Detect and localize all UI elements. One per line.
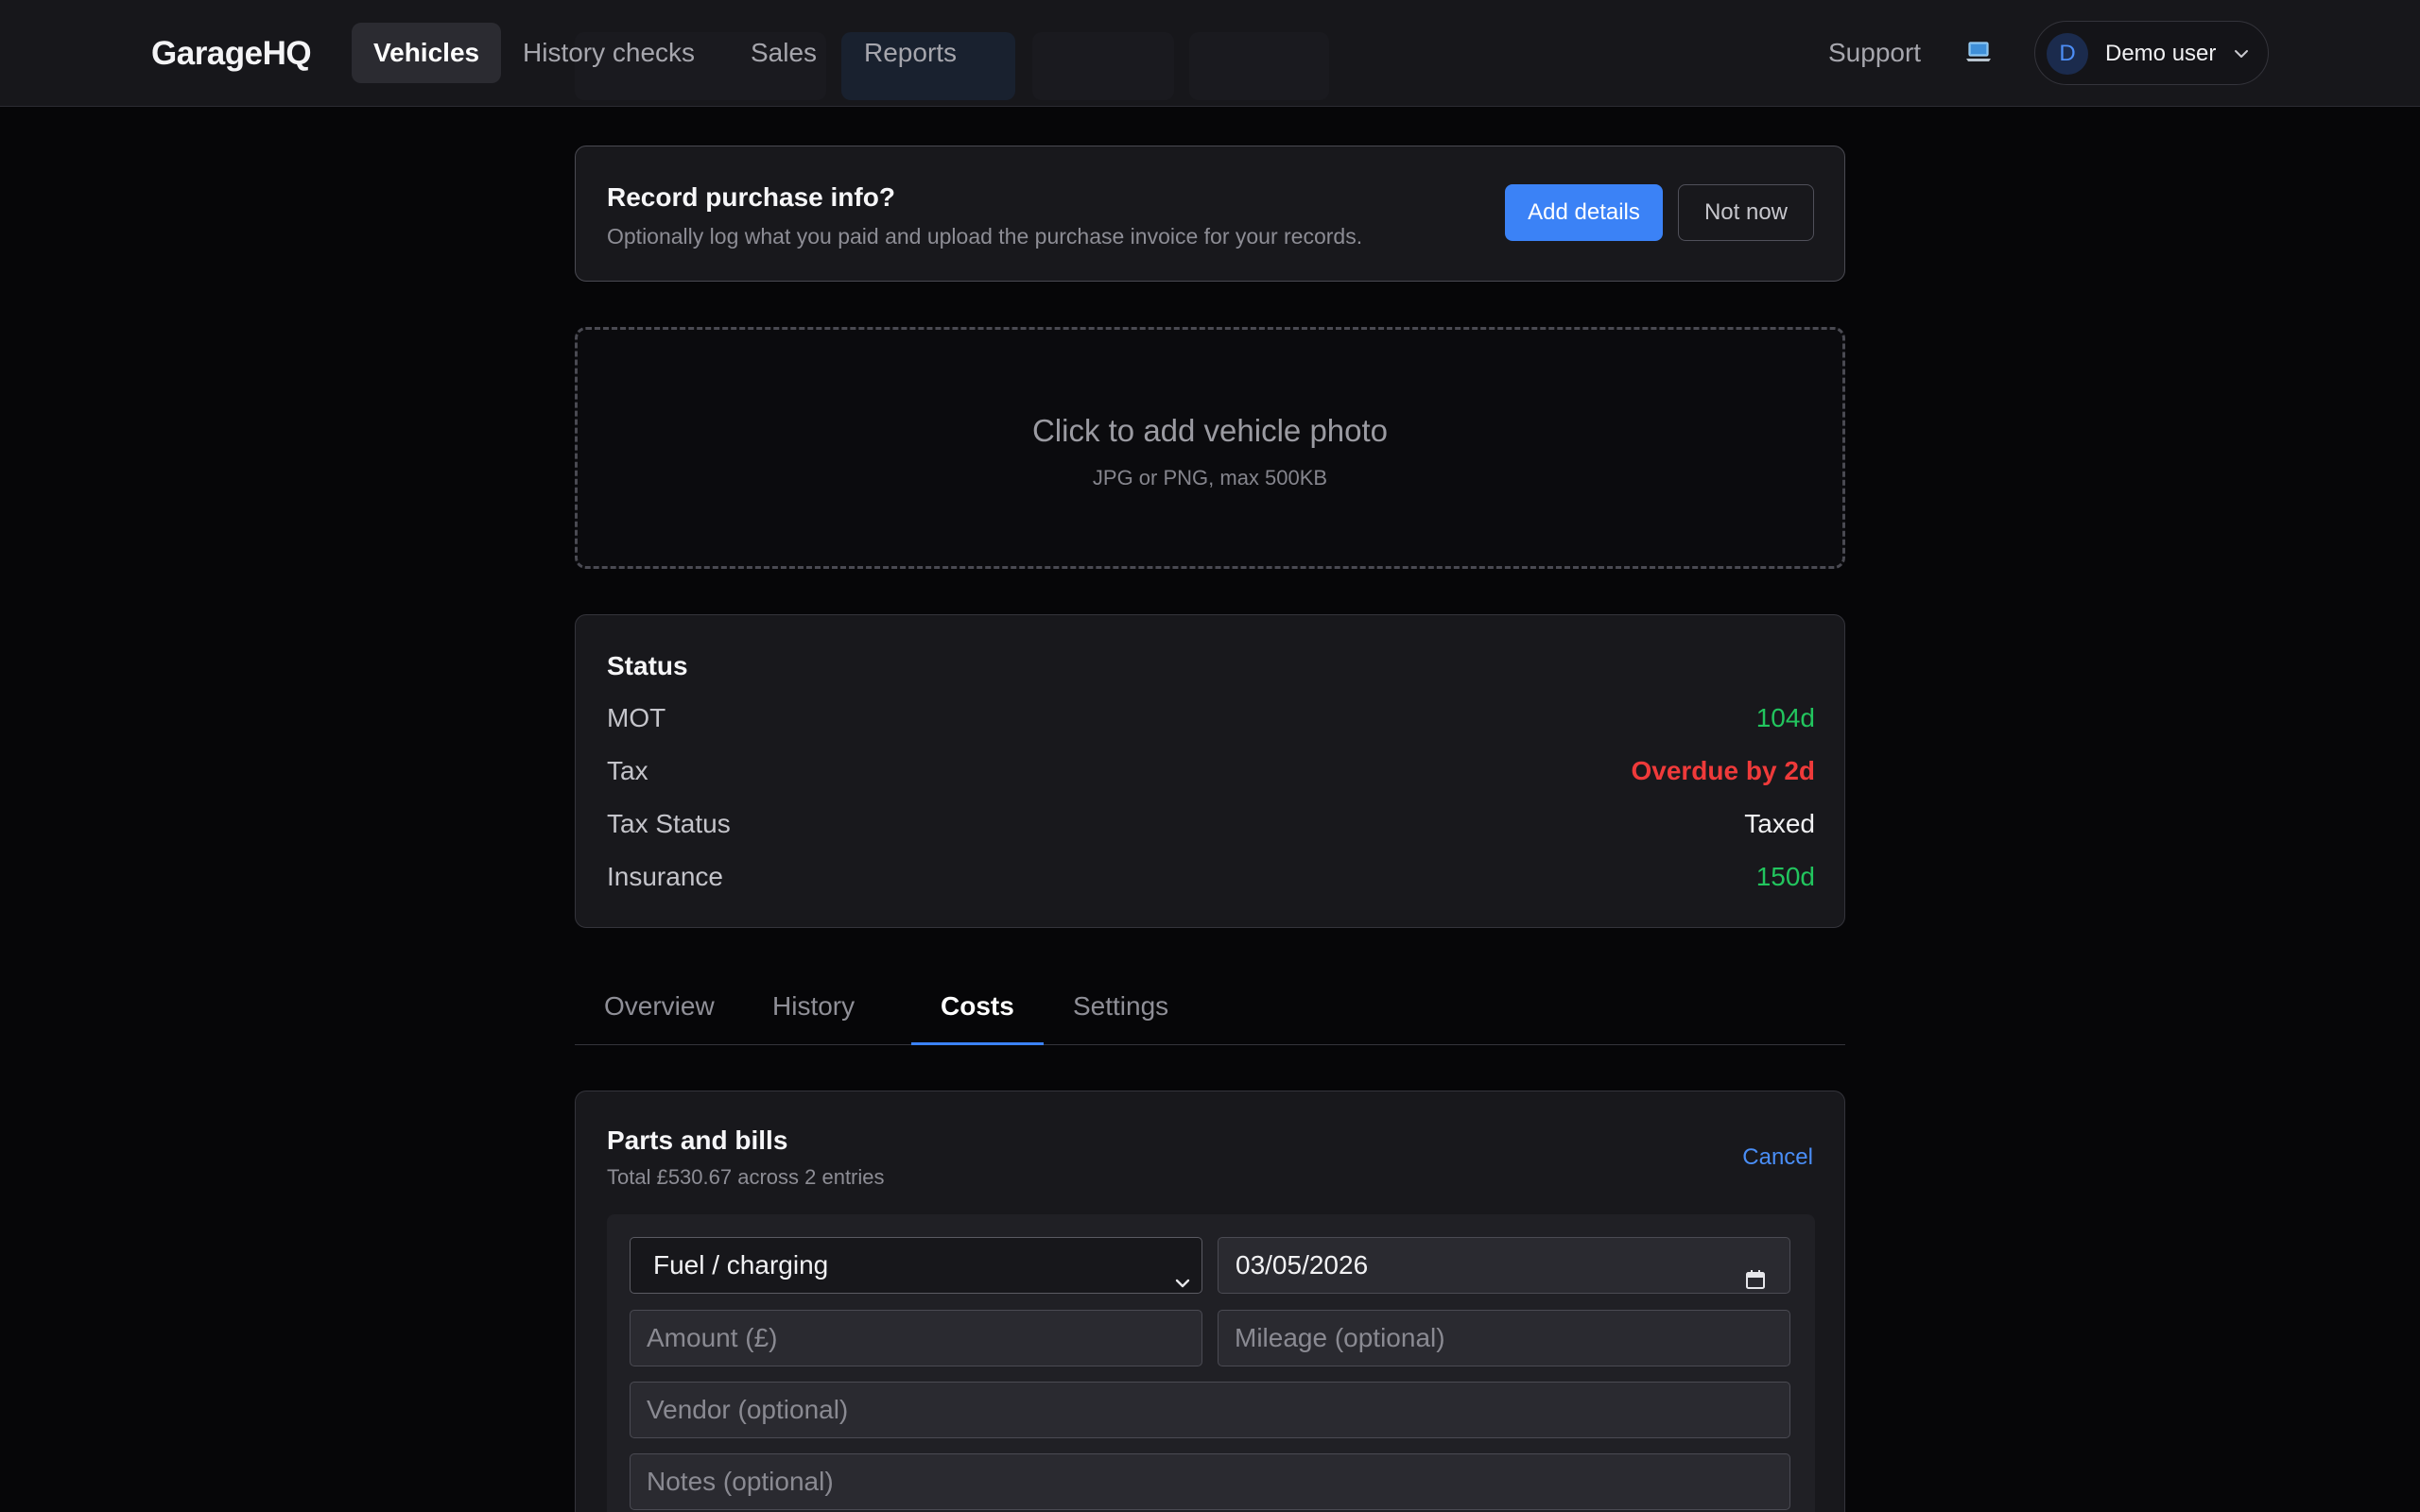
purchase-info-subtitle: Optionally log what you paid and upload …: [607, 224, 1363, 249]
photo-upload-title: Click to add vehicle photo: [1031, 413, 1389, 448]
vendor-placeholder: Vendor (optional): [647, 1395, 849, 1424]
status-label: MOT: [607, 703, 666, 732]
vehicle-tabs: Overview History Costs Settings: [575, 973, 1845, 1045]
amount-input[interactable]: Amount (£): [630, 1310, 1202, 1366]
avatar: D: [2047, 33, 2088, 75]
add-details-button[interactable]: Add details: [1505, 184, 1663, 241]
nav-link-sales[interactable]: Sales: [729, 23, 838, 83]
mileage-placeholder: Mileage (optional): [1235, 1323, 1445, 1352]
status-card: Status MOT 104d Tax Overdue by 2d Tax St…: [575, 614, 1845, 928]
brand-logo[interactable]: GarageHQ: [151, 30, 312, 77]
purchase-info-title: Record purchase info?: [607, 182, 895, 212]
tab-settings[interactable]: Settings: [1044, 973, 1198, 1045]
support-link[interactable]: Support: [1828, 23, 1921, 83]
add-cost-form: Fuel / charging 03/05/2026 Amount (£) Mi…: [607, 1214, 1815, 1512]
nav-link-vehicles[interactable]: Vehicles: [352, 23, 502, 83]
vendor-input[interactable]: Vendor (optional): [630, 1382, 1790, 1438]
user-menu-button[interactable]: D Demo user: [2034, 21, 2269, 85]
photo-upload-hint: JPG or PNG, max 500KB: [1092, 466, 1328, 490]
background-ghost: [1189, 32, 1329, 100]
status-row-tax-status: Tax Status Taxed: [607, 805, 1815, 843]
nav-link-history-checks[interactable]: History checks: [501, 23, 717, 83]
category-select[interactable]: Fuel / charging: [630, 1237, 1202, 1294]
tab-costs[interactable]: Costs: [911, 973, 1044, 1045]
status-value: 104d: [1755, 703, 1815, 732]
not-now-button[interactable]: Not now: [1678, 184, 1814, 241]
parts-and-bills-card: Parts and bills Total £530.67 across 2 e…: [575, 1091, 1845, 1512]
mileage-input[interactable]: Mileage (optional): [1218, 1310, 1790, 1366]
notes-input[interactable]: Notes (optional): [630, 1453, 1790, 1510]
status-value: Taxed: [1744, 809, 1815, 838]
status-row-insurance: Insurance 150d: [607, 858, 1815, 896]
chevron-down-icon: [2232, 44, 2251, 63]
background-ghost: [1032, 32, 1174, 100]
status-label: Tax: [607, 756, 648, 785]
user-name: Demo user: [2105, 41, 2217, 66]
calendar-icon[interactable]: [1744, 1255, 1767, 1289]
tab-overview[interactable]: Overview: [575, 973, 744, 1045]
status-value: Overdue by 2d: [1631, 756, 1815, 785]
status-row-mot: MOT 104d: [607, 699, 1815, 737]
notes-placeholder: Notes (optional): [647, 1467, 834, 1496]
date-field[interactable]: 03/05/2026: [1218, 1237, 1790, 1294]
costs-summary: Total £530.67 across 2 entries: [607, 1165, 885, 1189]
costs-title: Parts and bills: [607, 1125, 788, 1155]
category-selected-value: Fuel / charging: [653, 1250, 829, 1280]
cancel-button[interactable]: Cancel: [1742, 1144, 1813, 1171]
status-title: Status: [607, 651, 688, 680]
status-value: 150d: [1755, 862, 1815, 891]
vehicle-photo-upload[interactable]: Click to add vehicle photo JPG or PNG, m…: [575, 327, 1845, 569]
date-value: 03/05/2026: [1236, 1250, 1369, 1280]
status-row-tax: Tax Overdue by 2d: [607, 752, 1815, 790]
tab-history[interactable]: History: [743, 973, 884, 1045]
amount-placeholder: Amount (£): [647, 1323, 778, 1352]
chevron-down-icon: [1173, 1257, 1192, 1288]
status-label: Insurance: [607, 862, 723, 891]
top-navigation-bar: GarageHQ Vehicles History checks Sales R…: [0, 0, 2420, 107]
purchase-info-card: Record purchase info? Optionally log wha…: [575, 146, 1845, 282]
nav-link-reports[interactable]: Reports: [842, 23, 978, 83]
status-label: Tax Status: [607, 809, 731, 838]
laptop-icon[interactable]: [1964, 38, 1993, 66]
